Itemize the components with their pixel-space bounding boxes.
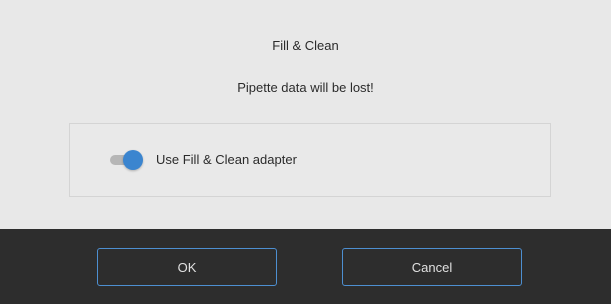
ok-button[interactable]: OK bbox=[97, 248, 277, 286]
fill-clean-adapter-label: Use Fill & Clean adapter bbox=[156, 152, 297, 167]
dialog-content: Fill & Clean Pipette data will be lost! … bbox=[0, 0, 611, 229]
fill-clean-adapter-toggle[interactable] bbox=[110, 149, 144, 171]
fill-clean-dialog: Fill & Clean Pipette data will be lost! … bbox=[0, 0, 611, 304]
option-panel: Use Fill & Clean adapter bbox=[69, 123, 551, 197]
cancel-button[interactable]: Cancel bbox=[342, 248, 522, 286]
dialog-footer: OK Cancel bbox=[0, 229, 611, 304]
toggle-knob bbox=[123, 150, 143, 170]
dialog-title: Fill & Clean bbox=[272, 38, 339, 53]
warning-message: Pipette data will be lost! bbox=[237, 80, 374, 95]
